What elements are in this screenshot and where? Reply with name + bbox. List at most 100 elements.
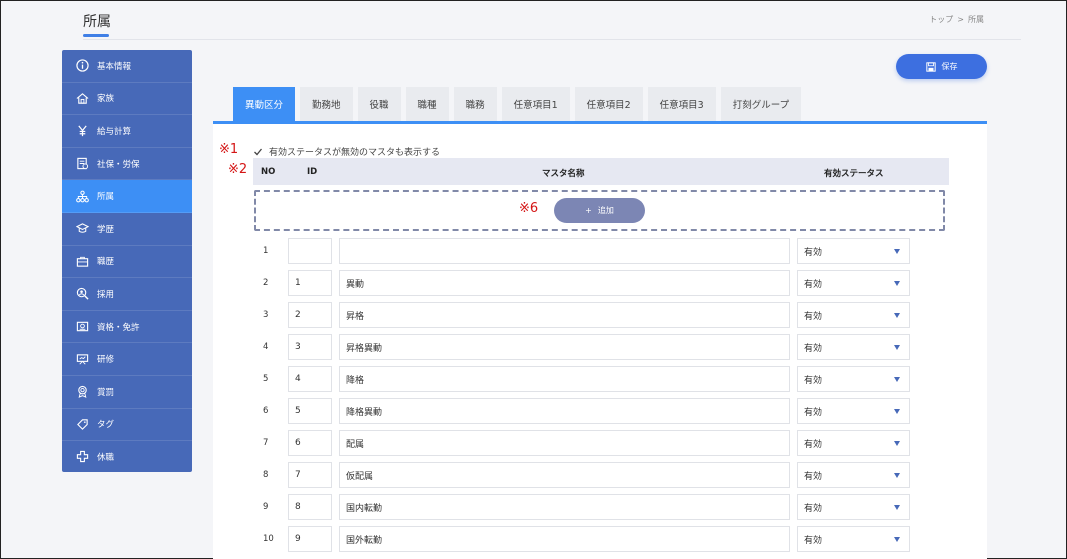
id-input[interactable]: 5	[288, 398, 332, 424]
sidebar-item-label: 休職	[97, 452, 115, 463]
row-number: 4	[263, 342, 269, 352]
status-select[interactable]: 有効	[797, 366, 910, 392]
show-inactive-checkbox-row[interactable]: 有効ステータスが無効のマスタも表示する	[253, 145, 440, 158]
sidebar-item-leave[interactable]: 休職	[62, 441, 192, 472]
sidebar-item-insurance[interactable]: 社保・労保	[62, 148, 192, 181]
status-select[interactable]: 有効	[797, 462, 910, 488]
status-select[interactable]: 有効	[797, 238, 910, 264]
tab-transfer-category[interactable]: 異動区分	[233, 87, 296, 121]
id-input[interactable]: 7	[288, 462, 332, 488]
sidebar-item-training[interactable]: 研修	[62, 343, 192, 376]
table-row: 5 4 降格 有効	[253, 366, 913, 392]
header-status: 有効ステータス	[824, 169, 884, 179]
chevron-down-icon	[894, 281, 900, 286]
chevron-down-icon	[894, 473, 900, 478]
plus-icon: +	[585, 206, 592, 215]
status-value: 有効	[804, 471, 823, 482]
row-number: 9	[263, 502, 269, 512]
status-select[interactable]: 有効	[797, 494, 910, 520]
name-input[interactable]: 仮配属	[339, 462, 790, 488]
tab-bar: 異動区分 勤務地 役職 職種 職務 任意項目1 任意項目2 任意項目3 打刻グル…	[233, 87, 802, 121]
status-select[interactable]: 有効	[797, 270, 910, 296]
id-input[interactable]: 3	[288, 334, 332, 360]
add-button[interactable]: + 追加	[554, 198, 645, 223]
status-select[interactable]: 有効	[797, 430, 910, 456]
row-number: 10	[263, 534, 274, 544]
row-number: 1	[263, 246, 269, 256]
tab-optional-2[interactable]: 任意項目2	[574, 87, 643, 121]
table-row: 10 9 国外転勤 有効	[253, 526, 913, 552]
name-input[interactable]: 国外転勤	[339, 526, 790, 552]
checkbox-checked-icon[interactable]	[253, 147, 263, 157]
floppy-disk-icon	[925, 61, 936, 72]
status-select[interactable]: 有効	[797, 302, 910, 328]
presentation-icon	[75, 352, 89, 366]
table-row: 9 8 国内転勤 有効	[253, 494, 913, 520]
tab-optional-3[interactable]: 任意項目3	[647, 87, 716, 121]
sidebar-item-education[interactable]: 学歴	[62, 213, 192, 246]
sidebar-item-family[interactable]: 家族	[62, 83, 192, 116]
id-input[interactable]: 8	[288, 494, 332, 520]
status-select[interactable]: 有効	[797, 334, 910, 360]
sidebar-item-recruitment[interactable]: 採用	[62, 278, 192, 311]
sidebar-item-work-history[interactable]: 職歴	[62, 246, 192, 279]
tab-optional-1[interactable]: 任意項目1	[501, 87, 570, 121]
breadcrumb: トップ > 所属	[929, 14, 984, 25]
row-number: 6	[263, 406, 269, 416]
status-select[interactable]: 有効	[797, 526, 910, 552]
name-input[interactable]: 異動	[339, 270, 790, 296]
tab-duty[interactable]: 職務	[453, 87, 497, 121]
name-input[interactable]: 降格異動	[339, 398, 790, 424]
id-input[interactable]: 1	[288, 270, 332, 296]
status-value: 有効	[804, 247, 823, 258]
sidebar-item-payroll[interactable]: 給与計算	[62, 115, 192, 148]
sidebar-item-label: タグ	[97, 420, 115, 431]
chevron-down-icon	[894, 313, 900, 318]
header-name: マスタ名称	[542, 169, 585, 179]
name-input[interactable]	[339, 238, 790, 264]
save-button-label: 保存	[941, 62, 958, 71]
name-input[interactable]: 配属	[339, 430, 790, 456]
house-icon	[75, 91, 89, 105]
name-input[interactable]: 昇格	[339, 302, 790, 328]
name-input[interactable]: 降格	[339, 366, 790, 392]
header-no: NO	[261, 167, 276, 177]
annotation-2: ※2	[228, 162, 248, 177]
status-value: 有効	[804, 279, 823, 290]
tab-position[interactable]: 役職	[357, 87, 401, 121]
tab-clock-group[interactable]: 打刻グループ	[720, 87, 802, 121]
table-row: 1 有効	[253, 238, 913, 264]
chevron-down-icon	[894, 505, 900, 510]
add-button-label: 追加	[597, 206, 614, 215]
id-input[interactable]: 6	[288, 430, 332, 456]
tag-icon	[75, 417, 89, 431]
row-number: 7	[263, 438, 269, 448]
sidebar-item-label: 採用	[97, 289, 115, 300]
sidebar-item-license[interactable]: 資格・免許	[62, 311, 192, 344]
status-value: 有効	[804, 439, 823, 450]
sidebar-item-tags[interactable]: タグ	[62, 409, 192, 442]
sidebar-item-basic-info[interactable]: 基本情報	[62, 50, 192, 83]
name-input[interactable]: 昇格異動	[339, 334, 790, 360]
status-select[interactable]: 有効	[797, 398, 910, 424]
id-input[interactable]: 2	[288, 302, 332, 328]
id-input[interactable]	[288, 238, 332, 264]
row-number: 2	[263, 278, 269, 288]
yen-icon	[75, 124, 89, 138]
id-input[interactable]: 9	[288, 526, 332, 552]
tab-work-location[interactable]: 勤務地	[300, 87, 353, 121]
table-row: 8 7 仮配属 有効	[253, 462, 913, 488]
graduation-cap-icon	[75, 222, 89, 236]
briefcase-icon	[75, 254, 89, 268]
sidebar-item-awards[interactable]: 賞罰	[62, 376, 192, 409]
table-row: 3 2 昇格 有効	[253, 302, 913, 328]
tab-job-type[interactable]: 職種	[405, 87, 449, 121]
table-row: 6 5 降格異動 有効	[253, 398, 913, 424]
name-input[interactable]: 国内転勤	[339, 494, 790, 520]
status-value: 有効	[804, 343, 823, 354]
table-row: 4 3 昇格異動 有効	[253, 334, 913, 360]
breadcrumb-top-link[interactable]: トップ	[929, 15, 953, 24]
id-input[interactable]: 4	[288, 366, 332, 392]
sidebar-item-affiliation[interactable]: 所属	[62, 180, 192, 213]
save-button[interactable]: 保存	[896, 54, 987, 79]
